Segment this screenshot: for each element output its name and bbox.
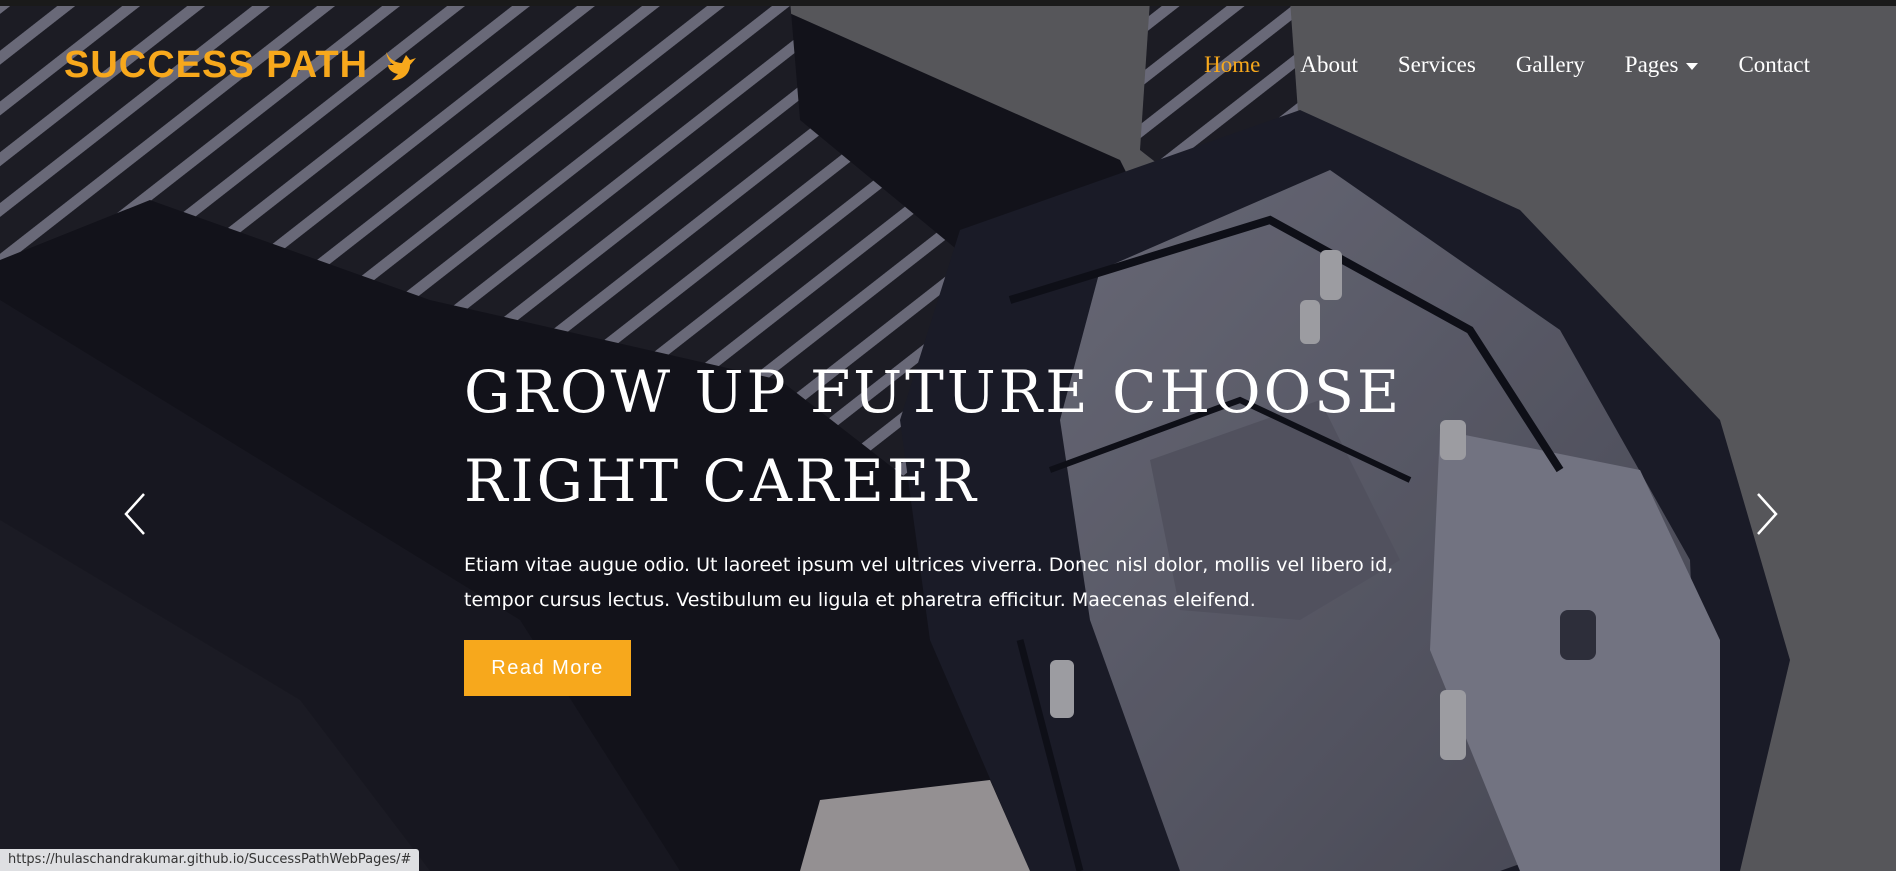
brand-name: SUCCESS PATH (64, 44, 369, 86)
chevron-left-icon[interactable] (120, 492, 150, 536)
caret-down-icon (1686, 62, 1699, 70)
nav-about[interactable]: About (1300, 52, 1358, 78)
nav-services-label: Services (1397, 52, 1476, 77)
nav-about-label: About (1300, 52, 1358, 77)
hero-content: GROW UP FUTURE CHOOSE RIGHT CAREER Etiam… (464, 348, 1444, 696)
headline-line-2: RIGHT CAREER (464, 447, 979, 515)
status-bar-url: https://hulaschandrakumar.github.io/Succ… (0, 849, 420, 871)
hero-description: Etiam vitae augue odio. Ut laoreet ipsum… (464, 554, 1394, 611)
nav-home-label: Home (1204, 52, 1261, 77)
hero-headline: GROW UP FUTURE CHOOSE RIGHT CAREER (464, 348, 1444, 526)
nav-contact-label: Contact (1738, 52, 1810, 77)
chevron-right-icon[interactable] (1752, 492, 1782, 536)
nav-pages-dropdown[interactable]: Pages (1625, 52, 1699, 78)
nav-gallery-label: Gallery (1515, 52, 1585, 77)
top-strip (0, 0, 1896, 6)
brand-logo[interactable]: SUCCESS PATH (64, 44, 420, 87)
bird-icon (380, 46, 420, 86)
nav-gallery[interactable]: Gallery (1516, 52, 1585, 78)
nav-services[interactable]: Services (1398, 52, 1476, 78)
nav-contact[interactable]: Contact (1738, 52, 1810, 78)
nav-pages-label: Pages (1624, 52, 1679, 77)
nav-home[interactable]: Home (1204, 52, 1260, 78)
read-more-button[interactable]: Read More (464, 640, 631, 696)
main-nav: Home About Services Gallery Pages Contac… (1204, 52, 1810, 78)
headline-line-1: GROW UP FUTURE CHOOSE (464, 358, 1403, 426)
